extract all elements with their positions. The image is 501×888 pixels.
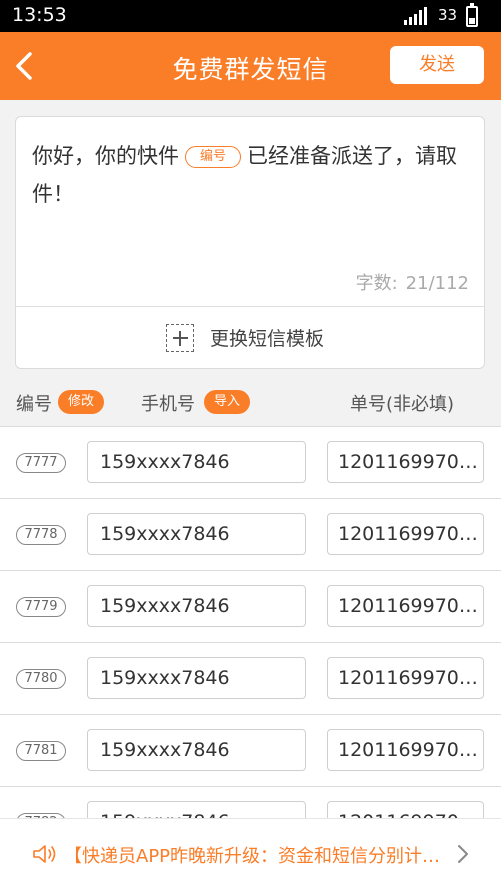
phone-input[interactable]: 159xxxx7846	[87, 729, 306, 771]
send-button[interactable]: 发送	[390, 46, 484, 84]
column-headers: 编号 修改 手机号 导入 单号(非必填)	[0, 382, 501, 422]
change-template-label: 更换短信模板	[210, 328, 325, 350]
recipient-list[interactable]: 7777 159xxxx7846 12011699703343 7778 159…	[0, 426, 501, 818]
row-number-badge: 7777	[16, 453, 66, 473]
order-number-input[interactable]: 12011699703343	[327, 729, 484, 771]
battery-icon	[466, 3, 478, 27]
column-phone-label: 手机号	[141, 394, 195, 415]
char-count: 字数: 21/112	[356, 269, 469, 295]
list-item: 7779 159xxxx7846 12011699703343	[0, 570, 501, 642]
notice-banner[interactable]: 【快递员APP昨晚新升级：资金和短信分别计费，短信费用更低	[0, 818, 501, 888]
phone-input[interactable]: 159xxxx7846	[87, 801, 306, 818]
app-bar: 免费群发短信 发送	[0, 32, 501, 100]
list-item: 7778 159xxxx7846 12011699703343	[0, 498, 501, 570]
phone-input[interactable]: 159xxxx7846	[87, 513, 306, 555]
column-order-label: 单号(非必填)	[350, 394, 455, 415]
row-number-badge: 7781	[16, 741, 66, 761]
phone-input[interactable]: 159xxxx7846	[87, 657, 306, 699]
row-number-badge: 7778	[16, 525, 66, 545]
order-number-input[interactable]: 12011699703343	[327, 513, 484, 555]
order-number-input[interactable]: 12011699703343	[327, 657, 484, 699]
phone-input[interactable]: 159xxxx7846	[87, 585, 306, 627]
speaker-icon	[33, 845, 56, 863]
battery-level: 33	[438, 6, 458, 24]
message-card: 你好，你的快件 编号 已经准备派送了，请取件！ 字数: 21/112 更换短信模板	[15, 116, 485, 369]
order-number-input[interactable]: 12011699703343	[327, 585, 484, 627]
import-phone-button[interactable]: 导入	[204, 390, 251, 414]
placeholder-chip-number[interactable]: 编号	[185, 146, 242, 168]
status-time: 13:53	[12, 4, 67, 26]
list-item: 7780 159xxxx7846 12011699703343	[0, 642, 501, 714]
signal-icon	[404, 7, 427, 25]
column-number-label: 编号	[16, 394, 52, 415]
add-template-icon	[166, 324, 194, 352]
char-count-value: 21/112	[405, 273, 469, 294]
phone-input[interactable]: 159xxxx7846	[87, 441, 306, 483]
chevron-right-icon	[458, 845, 468, 863]
message-text-before: 你好，你的快件	[32, 144, 179, 168]
notice-text: 【快递员APP昨晚新升级：资金和短信分别计费，短信费用更低	[64, 846, 452, 867]
row-number-badge: 7780	[16, 669, 66, 689]
list-item: 7781 159xxxx7846 12011699703343	[0, 714, 501, 786]
char-count-label: 字数:	[355, 273, 398, 294]
status-bar: 13:53 33	[0, 0, 501, 32]
list-item: 7782 159xxxx7846 12011699703343	[0, 786, 501, 818]
order-number-input[interactable]: 12011699703343	[327, 801, 484, 818]
edit-number-button[interactable]: 修改	[58, 390, 105, 414]
list-item: 7777 159xxxx7846 12011699703343	[0, 426, 501, 498]
message-text[interactable]: 你好，你的快件 编号 已经准备派送了，请取件！	[32, 137, 468, 213]
change-template-button[interactable]: 更换短信模板	[16, 307, 484, 369]
row-number-badge: 7779	[16, 597, 66, 617]
order-number-input[interactable]: 12011699703343	[327, 441, 484, 483]
